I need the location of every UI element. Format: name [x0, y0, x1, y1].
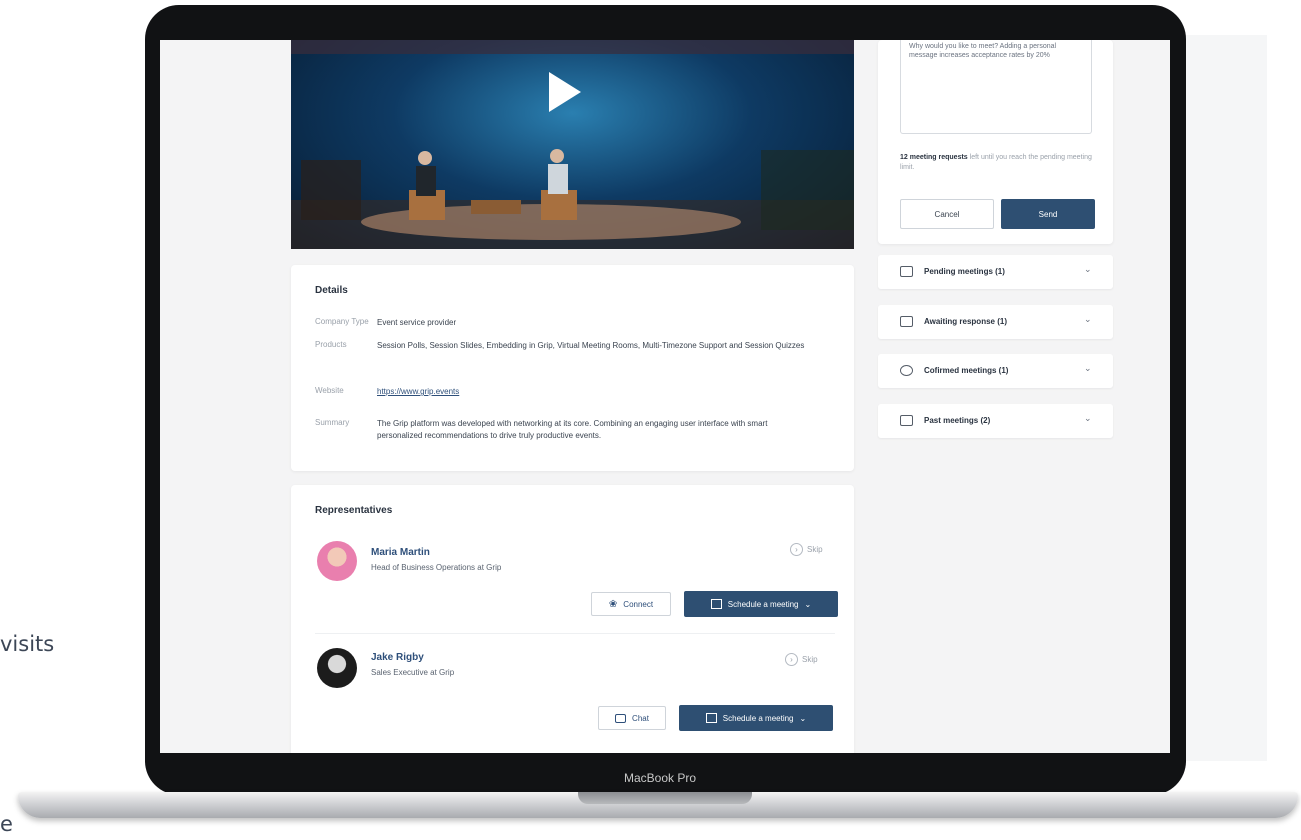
accordion-confirmed-meetings[interactable]: Cofirmed meetings (1) ⌄	[878, 354, 1113, 388]
avatar[interactable]	[317, 541, 357, 581]
accordion-label: Past meetings (2)	[924, 416, 991, 425]
cancel-button[interactable]: Cancel	[900, 199, 994, 229]
device-label: MacBook Pro	[623, 771, 697, 785]
detail-row-website: Website https://www.grip.events	[315, 386, 807, 398]
app-screen: Details Company Type Event service provi…	[160, 40, 1170, 753]
meeting-message-textarea[interactable]: Why would you like to meet? Adding a per…	[900, 40, 1092, 134]
chevron-down-icon: ⌄	[1084, 363, 1092, 373]
accordion-label: Pending meetings (1)	[924, 267, 1005, 276]
company-video[interactable]	[291, 40, 854, 249]
skip-button[interactable]: › Skip	[785, 653, 818, 666]
divider	[315, 633, 835, 634]
send-button[interactable]: Send	[1001, 199, 1095, 229]
skip-icon: ›	[790, 543, 803, 556]
calendar-icon	[710, 599, 722, 609]
accordion-label: Awaiting response (1)	[924, 317, 1007, 326]
side-text-visits: visits	[0, 632, 55, 656]
avatar[interactable]	[317, 648, 357, 688]
envelope-icon	[900, 266, 913, 277]
chevron-down-icon: ⌄	[1084, 413, 1092, 423]
detail-row-products: Products Session Polls, Session Slides, …	[315, 340, 807, 352]
detail-row-summary: Summary The Grip platform was developed …	[315, 418, 807, 442]
play-icon[interactable]	[549, 72, 581, 112]
schedule-label: Schedule a meeting	[722, 713, 794, 723]
skip-label: Skip	[807, 545, 823, 554]
details-title: Details	[315, 285, 348, 296]
representative-name[interactable]: Maria Martin	[371, 547, 501, 558]
representatives-title: Representatives	[315, 505, 393, 516]
schedule-meeting-button[interactable]: Schedule a meeting ⌄	[679, 705, 833, 731]
meeting-request-card: Why would you like to meet? Adding a per…	[878, 40, 1113, 244]
meeting-requests-left: 12 meeting requests left until you reach…	[900, 153, 1092, 173]
chat-bubble-icon	[615, 713, 627, 723]
detail-value: The Grip platform was developed with net…	[377, 419, 768, 440]
accordion-pending-meetings[interactable]: Pending meetings (1) ⌄	[878, 255, 1113, 289]
detail-row-company-type: Company Type Event service provider	[315, 317, 807, 329]
connect-button[interactable]: ❀ Connect	[591, 592, 671, 616]
requests-left-count: 12 meeting requests	[900, 154, 968, 161]
chevron-down-icon: ⌄	[799, 713, 807, 723]
detail-label: Company Type	[315, 317, 369, 326]
chat-button[interactable]: Chat	[598, 706, 666, 730]
skip-button[interactable]: › Skip	[790, 543, 823, 556]
chat-bubble-icon	[900, 316, 913, 327]
connect-label: Connect	[623, 599, 654, 609]
chevron-down-icon: ⌄	[804, 599, 812, 609]
representative-title: Head of Business Operations at Grip	[371, 563, 502, 572]
accordion-awaiting-response[interactable]: Awaiting response (1) ⌄	[878, 305, 1113, 339]
representative-title: Sales Executive at Grip	[371, 668, 455, 677]
laptop-notch	[578, 792, 752, 804]
representative-info: Maria Martin Head of Business Operations…	[371, 547, 501, 572]
detail-value: Event service provider	[377, 318, 457, 327]
archive-icon	[900, 415, 913, 426]
accordion-label: Cofirmed meetings (1)	[924, 366, 1009, 375]
website-link[interactable]: https://www.grip.events	[377, 386, 807, 398]
accordion-past-meetings[interactable]: Past meetings (2) ⌄	[878, 404, 1113, 438]
detail-value: Session Polls, Session Slides, Embedding…	[377, 341, 805, 350]
detail-label: Website	[315, 386, 344, 395]
representatives-card: Representatives Maria Martin Head of Bus…	[291, 485, 854, 753]
representative-name[interactable]: Jake Rigby	[371, 652, 454, 663]
skip-icon: ›	[785, 653, 798, 666]
check-circle-icon	[900, 365, 913, 376]
skip-label: Skip	[802, 655, 818, 664]
schedule-meeting-button[interactable]: Schedule a meeting ⌄	[684, 591, 838, 617]
background-panel	[1185, 35, 1267, 761]
handshake-icon: ❀	[608, 598, 618, 610]
detail-label: Products	[315, 340, 347, 349]
details-card: Details Company Type Event service provi…	[291, 265, 854, 471]
chevron-down-icon: ⌄	[1084, 264, 1092, 274]
detail-label: Summary	[315, 418, 350, 427]
schedule-label: Schedule a meeting	[727, 599, 799, 609]
chevron-down-icon: ⌄	[1084, 314, 1092, 324]
representative-info: Jake Rigby Sales Executive at Grip	[371, 652, 454, 677]
calendar-icon	[705, 713, 717, 723]
chat-label: Chat	[632, 713, 649, 723]
meeting-message-text: Why would you like to meet? Adding a per…	[909, 43, 1057, 59]
side-text-e: e	[0, 812, 13, 836]
